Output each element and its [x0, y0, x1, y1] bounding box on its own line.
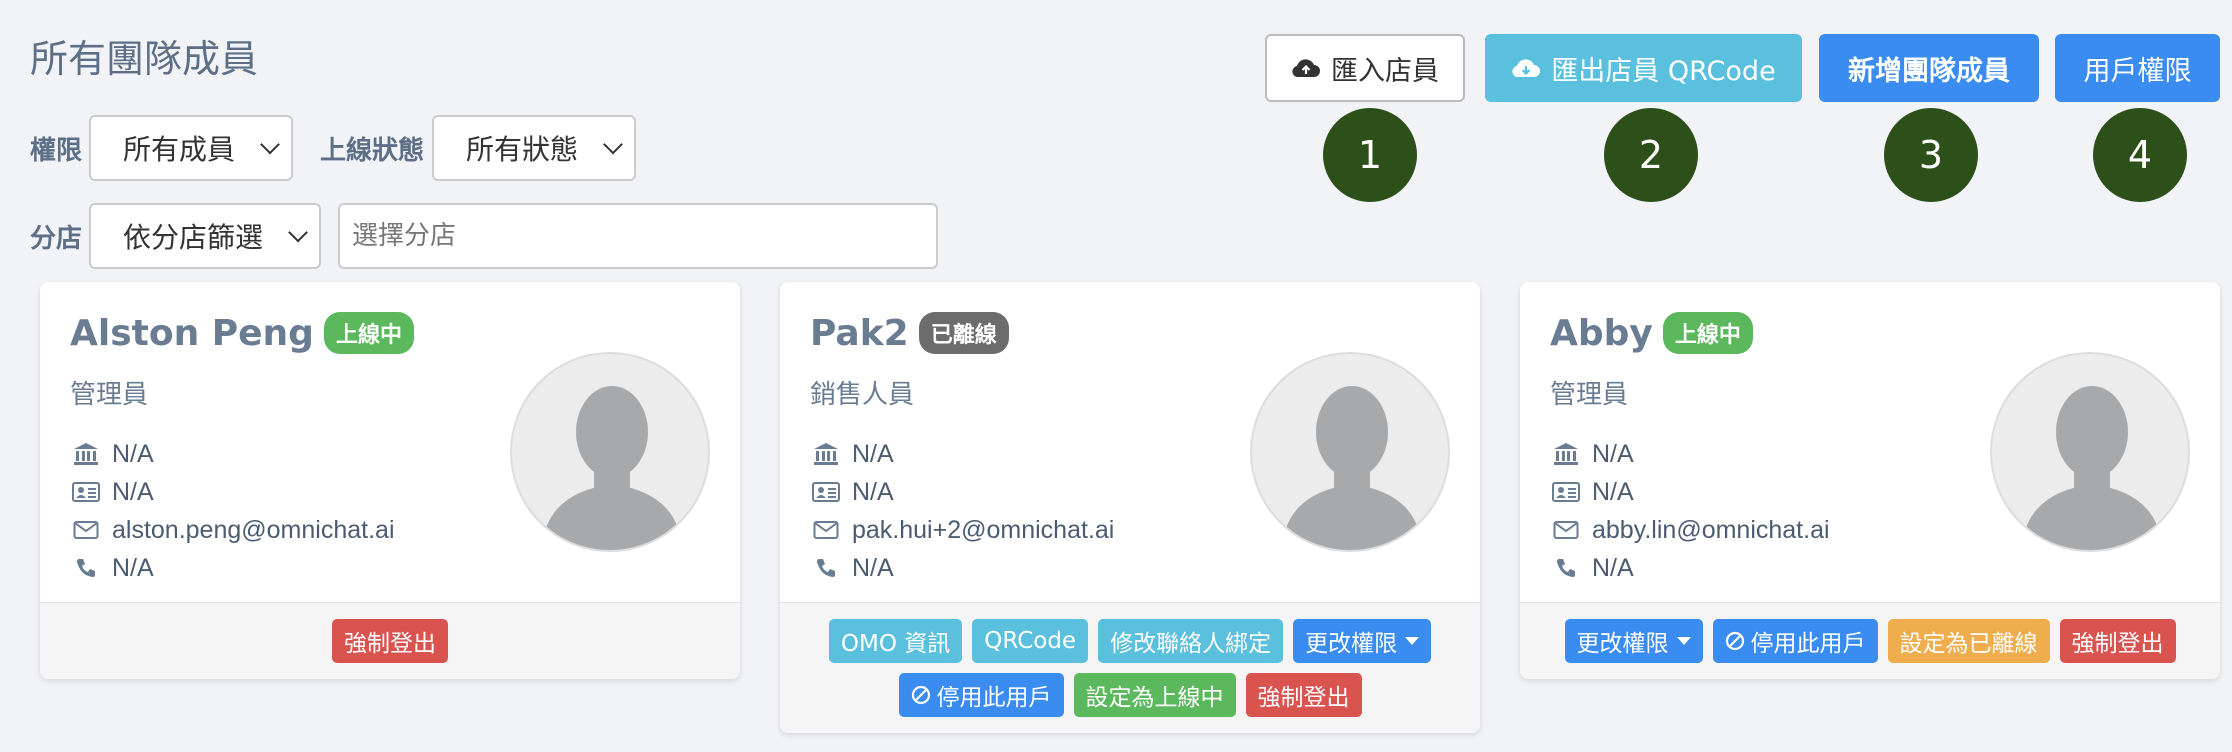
bank-icon [1550, 442, 1582, 466]
avatar-placeholder [1250, 352, 1450, 552]
member-id: N/A [1592, 477, 1634, 506]
member-name: Pak2 [810, 312, 909, 354]
member-email: pak.hui+2@omnichat.ai [852, 515, 1115, 544]
change-permission-label: 更改權限 [1576, 631, 1669, 657]
change-permission-dropdown[interactable]: 更改權限 [1293, 619, 1432, 663]
disable-user-label: 停用此用戶 [1750, 631, 1866, 657]
branch-search-input[interactable] [338, 203, 938, 269]
member-phone: N/A [852, 553, 894, 582]
online-status-filter-value: 所有狀態 [466, 133, 579, 166]
chevron-down-icon [288, 222, 308, 243]
member-branch: N/A [112, 439, 154, 468]
permission-filter-label: 權限 [30, 136, 83, 166]
phone-icon [1550, 557, 1582, 579]
permission-filter-select[interactable]: 所有成員 [89, 115, 293, 181]
ban-icon [1725, 631, 1745, 651]
member-id: N/A [112, 477, 154, 506]
online-status-filter-select[interactable]: 所有狀態 [432, 115, 636, 181]
permission-filter-value: 所有成員 [123, 133, 236, 166]
online-status-filter-label: 上線狀態 [320, 136, 425, 166]
qrcode-button[interactable]: QRCode [972, 619, 1089, 663]
avatar-placeholder [1990, 352, 2190, 552]
card-actions: 強制登出 [40, 602, 740, 679]
marker-2: 2 [1604, 108, 1698, 202]
force-logout-button[interactable]: 強制登出 [1245, 673, 1362, 717]
status-badge: 上線中 [1662, 312, 1753, 354]
branch-filter-value: 依分店篩選 [123, 221, 264, 254]
member-phone-row: N/A [810, 549, 1450, 587]
force-logout-button[interactable]: 強制登出 [332, 619, 448, 663]
member-phone: N/A [1592, 553, 1634, 582]
member-branch: N/A [1592, 439, 1634, 468]
page-title: 所有團隊成員 [30, 37, 259, 81]
caret-down-icon [1405, 637, 1420, 645]
member-phone: N/A [112, 553, 154, 582]
envelope-icon [70, 520, 102, 540]
change-permission-dropdown[interactable]: 更改權限 [1564, 619, 1703, 663]
phone-icon [810, 557, 842, 579]
branch-filter-select[interactable]: 依分店篩選 [89, 203, 321, 269]
envelope-icon [810, 520, 842, 540]
import-staff-button[interactable]: 匯入店員 [1265, 34, 1465, 102]
ban-icon [911, 685, 931, 705]
member-phone-row: N/A [1550, 549, 2190, 587]
add-team-member-button[interactable]: 新增團隊成員 [1819, 34, 2039, 102]
member-branch: N/A [852, 439, 894, 468]
marker-1: 1 [1323, 108, 1417, 202]
edit-contact-binding-button[interactable]: 修改聯絡人綁定 [1098, 619, 1284, 663]
user-permission-button[interactable]: 用戶權限 [2055, 34, 2220, 102]
id-card-icon [1550, 481, 1582, 503]
chevron-down-icon [260, 134, 280, 155]
set-offline-button[interactable]: 設定為已離線 [1887, 619, 2050, 663]
member-card: Alston Peng 上線中 管理員 N/A N/A alston.peng@… [40, 282, 740, 679]
member-id: N/A [852, 477, 894, 506]
cloud-download-icon [1511, 57, 1541, 79]
id-card-icon [70, 481, 102, 503]
caret-down-icon [1676, 637, 1691, 645]
bank-icon [70, 442, 102, 466]
disable-user-button[interactable]: 停用此用戶 [1712, 619, 1878, 663]
member-name: Alston Peng [70, 312, 314, 354]
envelope-icon [1550, 520, 1582, 540]
change-permission-label: 更改權限 [1305, 631, 1398, 657]
member-name: Abby [1550, 312, 1653, 354]
cloud-upload-icon [1291, 57, 1321, 79]
member-card: Abby 上線中 管理員 N/A N/A abby.lin@omnichat.a… [1520, 282, 2220, 679]
id-card-icon [810, 481, 842, 503]
member-card: Pak2 已離線 銷售人員 N/A N/A pak.hui+2@omnichat… [780, 282, 1480, 733]
phone-icon [70, 557, 102, 579]
member-email: abby.lin@omnichat.ai [1592, 515, 1830, 544]
omo-info-button[interactable]: OMO 資訊 [828, 619, 963, 663]
chevron-down-icon [603, 134, 623, 155]
member-email: alston.peng@omnichat.ai [112, 515, 395, 544]
set-online-button[interactable]: 設定為上線中 [1073, 673, 1236, 717]
import-staff-label: 匯入店員 [1331, 55, 1439, 87]
status-badge: 已離線 [918, 312, 1009, 354]
disable-user-button[interactable]: 停用此用戶 [898, 673, 1064, 717]
disable-user-label: 停用此用戶 [936, 685, 1052, 711]
marker-3: 3 [1884, 108, 1978, 202]
member-phone-row: N/A [70, 549, 710, 587]
avatar-placeholder [510, 352, 710, 552]
marker-4: 4 [2093, 108, 2187, 202]
card-actions: 更改權限 停用此用戶 設定為已離線 強制登出 [1520, 602, 2220, 679]
export-qrcode-button[interactable]: 匯出店員 QRCode [1485, 34, 1802, 102]
status-badge: 上線中 [323, 312, 414, 354]
bank-icon [810, 442, 842, 466]
card-actions: OMO 資訊 QRCode 修改聯絡人綁定 更改權限 停用此用戶 設定為上線中 … [780, 602, 1480, 733]
export-qrcode-label: 匯出店員 QRCode [1551, 55, 1776, 87]
branch-filter-label: 分店 [30, 224, 83, 254]
force-logout-button[interactable]: 強制登出 [2059, 619, 2176, 663]
